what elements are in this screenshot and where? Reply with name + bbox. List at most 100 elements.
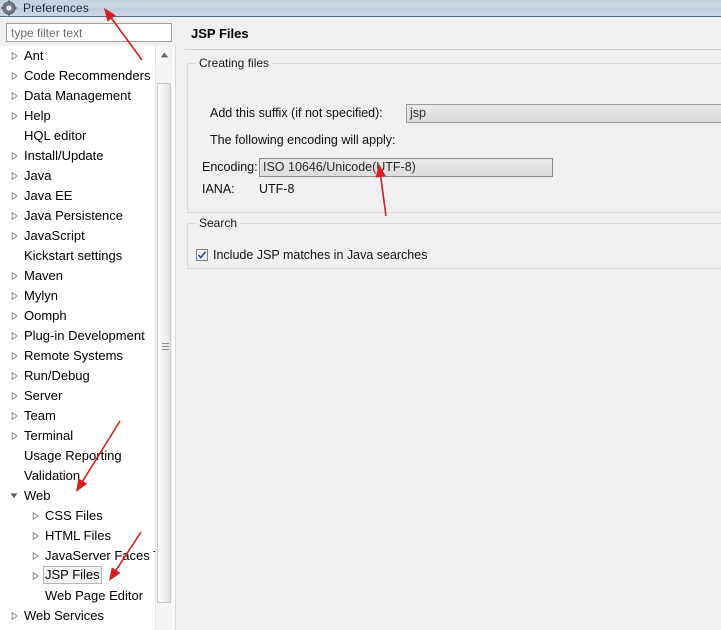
tree-item-label: Data Management — [24, 88, 131, 103]
tree-item-html-files[interactable]: HTML Files — [0, 526, 176, 546]
iana-value: UTF-8 — [259, 182, 295, 196]
tree-item-label: Team — [24, 408, 56, 423]
chevron-down-icon[interactable] — [6, 486, 22, 506]
preference-page-panel: JSP Files Creating files Add this suffix… — [177, 17, 721, 630]
chevron-right-icon[interactable] — [6, 186, 22, 206]
tree-item-jsp-files[interactable]: JSP Files — [0, 566, 176, 586]
encoding-combobox[interactable]: ISO 10646/Unicode(UTF-8) — [259, 158, 553, 177]
tree-item-web[interactable]: Web — [0, 486, 176, 506]
chevron-right-icon[interactable] — [27, 566, 43, 586]
tree-item-css-files[interactable]: CSS Files — [0, 506, 176, 526]
preferences-gear-icon — [1, 0, 17, 16]
tree-item-java-persistence[interactable]: Java Persistence — [0, 206, 176, 226]
search-group-label: Search — [196, 216, 241, 230]
tree-item-oomph[interactable]: Oomph — [0, 306, 176, 326]
tree-item-label: Usage Reporting — [24, 448, 122, 463]
chevron-right-icon[interactable] — [6, 386, 22, 406]
tree-item-mylyn[interactable]: Mylyn — [0, 286, 176, 306]
tree-item-label: Web Services — [24, 608, 104, 623]
tree-item-data-management[interactable]: Data Management — [0, 86, 176, 106]
tree-item-java-ee[interactable]: Java EE — [0, 186, 176, 206]
include-jsp-matches-checkbox-row[interactable]: Include JSP matches in Java searches — [196, 248, 427, 262]
tree-item-label: HTML Files — [45, 528, 111, 543]
tree-item-label: Maven — [24, 268, 64, 283]
chevron-right-icon[interactable] — [6, 326, 22, 346]
chevron-right-icon[interactable] — [6, 266, 22, 286]
chevron-right-icon[interactable] — [27, 506, 43, 526]
tree-item-javascript[interactable]: JavaScript — [0, 226, 176, 246]
tree-item-label: Run/Debug — [24, 368, 90, 383]
chevron-right-icon[interactable] — [6, 86, 22, 106]
tree-item-code-recommenders[interactable]: Code Recommenders — [0, 66, 176, 86]
tree-item-plug-in-development[interactable]: Plug-in Development — [0, 326, 176, 346]
preferences-tree[interactable]: Ant Code Recommenders Data Management Help H… — [0, 46, 176, 630]
tree-item-label: Java Persistence — [24, 208, 123, 223]
tree-item-terminal[interactable]: Terminal — [0, 426, 176, 446]
tree-item-install-update[interactable]: Install/Update — [0, 146, 176, 166]
tree-item-label: Plug-in Development — [24, 328, 145, 343]
tree-item-validation[interactable]: Validation — [0, 466, 176, 486]
chevron-right-icon[interactable] — [6, 66, 22, 86]
chevron-right-icon[interactable] — [6, 226, 22, 246]
tree-item-ant[interactable]: Ant — [0, 46, 176, 66]
chevron-right-icon[interactable] — [6, 306, 22, 326]
tree-item-label: Server — [24, 388, 63, 403]
tree-item-label: JSP Files — [43, 566, 102, 584]
tree-item-help[interactable]: Help — [0, 106, 176, 126]
suffix-label: Add this suffix (if not specified): — [210, 106, 383, 120]
tree-item-label: Code Recommenders — [24, 68, 151, 83]
tree-item-label: Mylyn — [24, 288, 58, 303]
tree-item-label: Terminal — [24, 428, 74, 443]
tree-item-hql-editor[interactable]: HQL editor — [0, 126, 176, 146]
scroll-up-arrow-icon[interactable] — [156, 46, 172, 63]
chevron-right-icon[interactable] — [6, 46, 22, 66]
tree-item-run-debug[interactable]: Run/Debug — [0, 366, 176, 386]
tree-item-web-services[interactable]: Web Services — [0, 606, 176, 626]
chevron-right-icon[interactable] — [6, 206, 22, 226]
tree-item-kickstart-settings[interactable]: Kickstart settings — [0, 246, 176, 266]
chevron-right-icon[interactable] — [6, 606, 22, 626]
tree-item-label: Kickstart settings — [24, 248, 123, 263]
chevron-right-icon[interactable] — [27, 546, 43, 566]
tree-item-label: CSS Files — [45, 508, 103, 523]
tree-item-label: Remote Systems — [24, 348, 123, 363]
tree-item-label: Java EE — [24, 188, 73, 203]
include-jsp-matches-checkbox[interactable] — [196, 249, 208, 261]
tree-vertical-scrollbar[interactable] — [155, 46, 172, 630]
chevron-right-icon[interactable] — [6, 426, 22, 446]
chevron-right-icon[interactable] — [6, 406, 22, 426]
scrollbar-thumb[interactable] — [157, 83, 171, 603]
tree-item-remote-systems[interactable]: Remote Systems — [0, 346, 176, 366]
chevron-right-icon[interactable] — [6, 286, 22, 306]
preferences-dialog: Ant Code Recommenders Data Management Help H… — [0, 17, 721, 630]
search-input[interactable] — [11, 24, 169, 41]
tree-item-label: JavaServer Faces T — [45, 548, 162, 563]
creating-files-group-label: Creating files — [196, 56, 273, 70]
tree-item-team[interactable]: Team — [0, 406, 176, 426]
chevron-right-icon[interactable] — [6, 146, 22, 166]
filter-textbox[interactable] — [6, 23, 172, 42]
creating-files-group: Creating files Add this suffix (if not s… — [187, 56, 721, 213]
chevron-right-icon[interactable] — [6, 106, 22, 126]
tree-item-server[interactable]: Server — [0, 386, 176, 406]
encoding-label: Encoding: — [202, 160, 258, 174]
tree-item-label: Web Page Editor — [45, 588, 144, 603]
tree-item-javaserver-faces-t[interactable]: JavaServer Faces T — [0, 546, 176, 566]
chevron-right-icon[interactable] — [6, 366, 22, 386]
chevron-right-icon[interactable] — [27, 526, 43, 546]
tree-item-java[interactable]: Java — [0, 166, 176, 186]
chevron-right-icon[interactable] — [6, 166, 22, 186]
chevron-right-icon[interactable] — [6, 346, 22, 366]
tree-item-label: Install/Update — [24, 148, 104, 163]
suffix-input[interactable]: jsp — [406, 104, 721, 123]
tree-item-usage-reporting[interactable]: Usage Reporting — [0, 446, 176, 466]
scrollbar-grip-icon — [162, 343, 169, 351]
tree-item-maven[interactable]: Maven — [0, 266, 176, 286]
window-title: Preferences — [23, 0, 89, 15]
tree-item-web-page-editor[interactable]: Web Page Editor — [0, 586, 176, 606]
checkmark-icon — [197, 251, 207, 259]
encoding-message-label: The following encoding will apply: — [210, 133, 396, 147]
tree-item-list: Ant Code Recommenders Data Management Help H… — [0, 46, 176, 626]
page-title: JSP Files — [191, 26, 249, 41]
tree-item-label: Validation — [24, 468, 81, 483]
